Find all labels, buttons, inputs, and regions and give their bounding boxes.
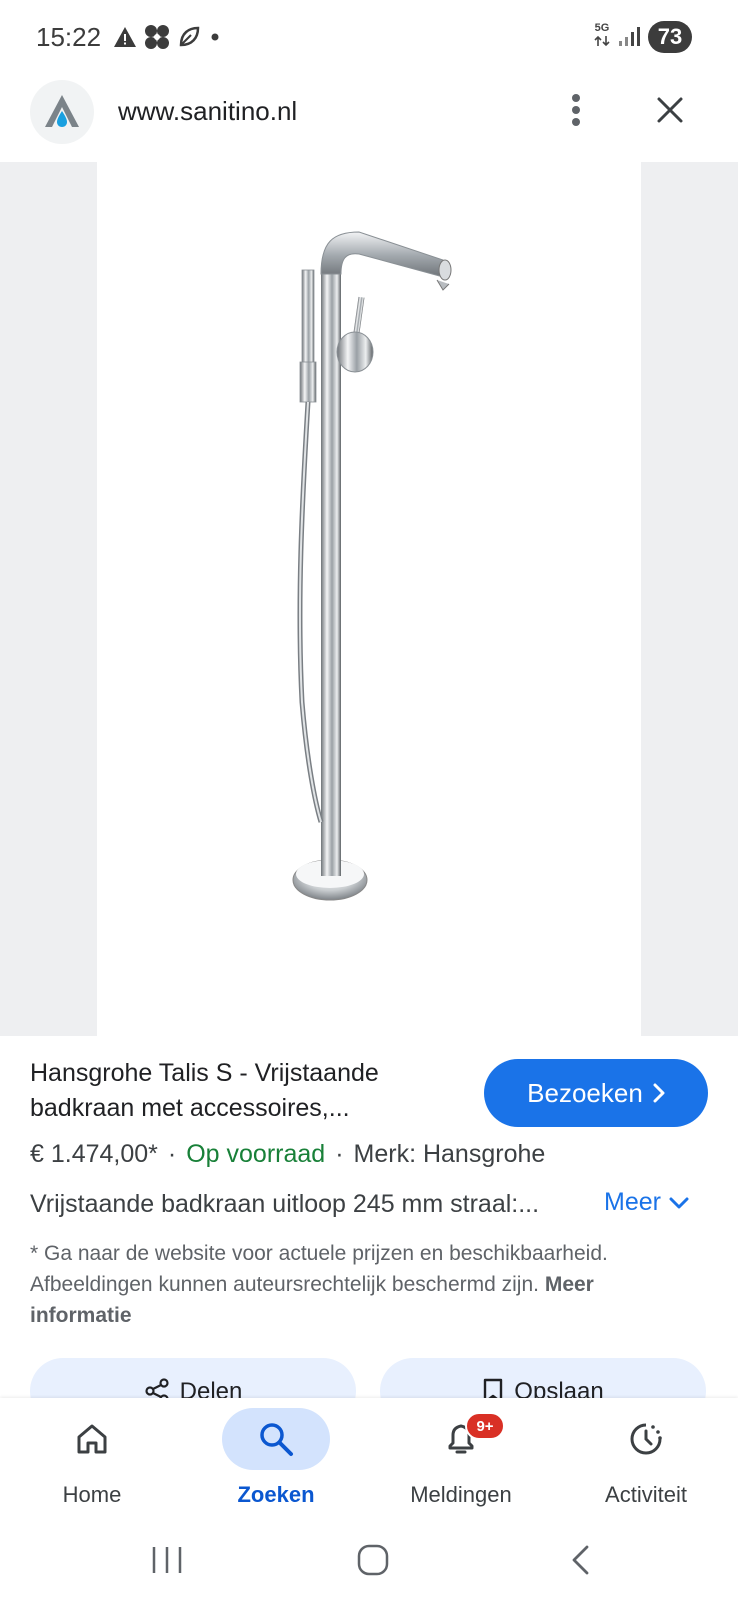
nav-activity[interactable]: Activiteit xyxy=(561,1398,731,1520)
system-navigation-bar xyxy=(0,1520,738,1600)
nav-search[interactable]: Zoeken xyxy=(191,1398,361,1520)
more-vert-icon xyxy=(572,94,580,126)
signal-icon xyxy=(619,27,640,46)
nav-activity-icon-wrap xyxy=(592,1408,700,1470)
battery-indicator: 73 xyxy=(648,21,692,53)
activity-icon xyxy=(630,1423,662,1455)
nav-home-icon-wrap xyxy=(38,1408,146,1470)
leaf-icon xyxy=(179,26,200,47)
site-logo[interactable] xyxy=(30,80,94,144)
product-image-area xyxy=(0,162,738,1036)
warning-icon xyxy=(114,27,136,47)
nav-notifications-icon-wrap: 9+ xyxy=(407,1408,515,1470)
chevron-right-icon xyxy=(653,1083,665,1103)
bottom-navigation: Home Zoeken 9+ Meldingen Activiteit xyxy=(0,1398,738,1520)
product-price: € 1.474,00* xyxy=(30,1140,158,1168)
stock-status: Op voorraad xyxy=(186,1140,326,1168)
notification-badge: 9+ xyxy=(465,1412,505,1440)
home-system-button[interactable] xyxy=(343,1538,403,1582)
chevron-down-icon xyxy=(669,1197,689,1208)
home-icon xyxy=(77,1424,107,1454)
status-system-icons: 5G 73 xyxy=(594,20,692,54)
price-line: € 1.474,00* · Op voorraad · Merk: Hansgrohe xyxy=(30,1140,546,1168)
back-icon xyxy=(572,1545,589,1575)
status-bar: 15:22 5G 73 xyxy=(0,0,738,78)
home-system-icon xyxy=(357,1544,389,1576)
close-button[interactable] xyxy=(648,88,692,132)
product-brand: Merk: Hansgrohe xyxy=(353,1140,546,1168)
product-title[interactable]: Hansgrohe Talis S - Vrijstaande badkraan… xyxy=(30,1056,460,1126)
nav-home-label: Home xyxy=(62,1482,122,1507)
back-button[interactable] xyxy=(550,1538,610,1582)
recent-apps-button[interactable] xyxy=(137,1538,197,1582)
visit-button[interactable]: Bezoeken xyxy=(484,1059,708,1127)
freestanding-faucet-image xyxy=(292,231,452,901)
recent-apps-icon xyxy=(152,1547,182,1573)
fan-icon xyxy=(145,25,169,49)
nav-search-icon-wrap xyxy=(222,1408,330,1470)
dot-icon xyxy=(211,33,219,41)
visit-button-label: Bezoeken xyxy=(527,1077,643,1108)
page-url[interactable]: www.sanitino.nl xyxy=(118,96,297,127)
nav-activity-label: Activiteit xyxy=(605,1482,687,1507)
more-button[interactable]: Meer xyxy=(604,1188,689,1217)
sanitino-logo-icon xyxy=(45,95,79,127)
nav-notifications-label: Meldingen xyxy=(410,1482,512,1507)
more-button-label: Meer xyxy=(604,1188,661,1216)
search-icon xyxy=(260,1423,293,1456)
product-description: Vrijstaande badkraan uitloop 245 mm stra… xyxy=(30,1190,540,1218)
product-image[interactable] xyxy=(97,162,641,1036)
disclaimer: * Ga naar de website voor actuele prijze… xyxy=(30,1238,670,1331)
status-notification-icons xyxy=(113,22,223,52)
browser-bar: www.sanitino.nl xyxy=(0,78,738,162)
disclaimer-text: * Ga naar de website voor actuele prijze… xyxy=(30,1242,608,1296)
status-time: 15:22 xyxy=(36,22,102,52)
nav-notifications[interactable]: 9+ Meldingen xyxy=(376,1398,546,1520)
nav-home[interactable]: Home xyxy=(7,1398,177,1520)
nav-search-label: Zoeken xyxy=(237,1482,315,1507)
more-options-button[interactable] xyxy=(556,88,596,132)
close-icon xyxy=(657,97,683,123)
network-type-icon: 5G xyxy=(594,22,610,52)
